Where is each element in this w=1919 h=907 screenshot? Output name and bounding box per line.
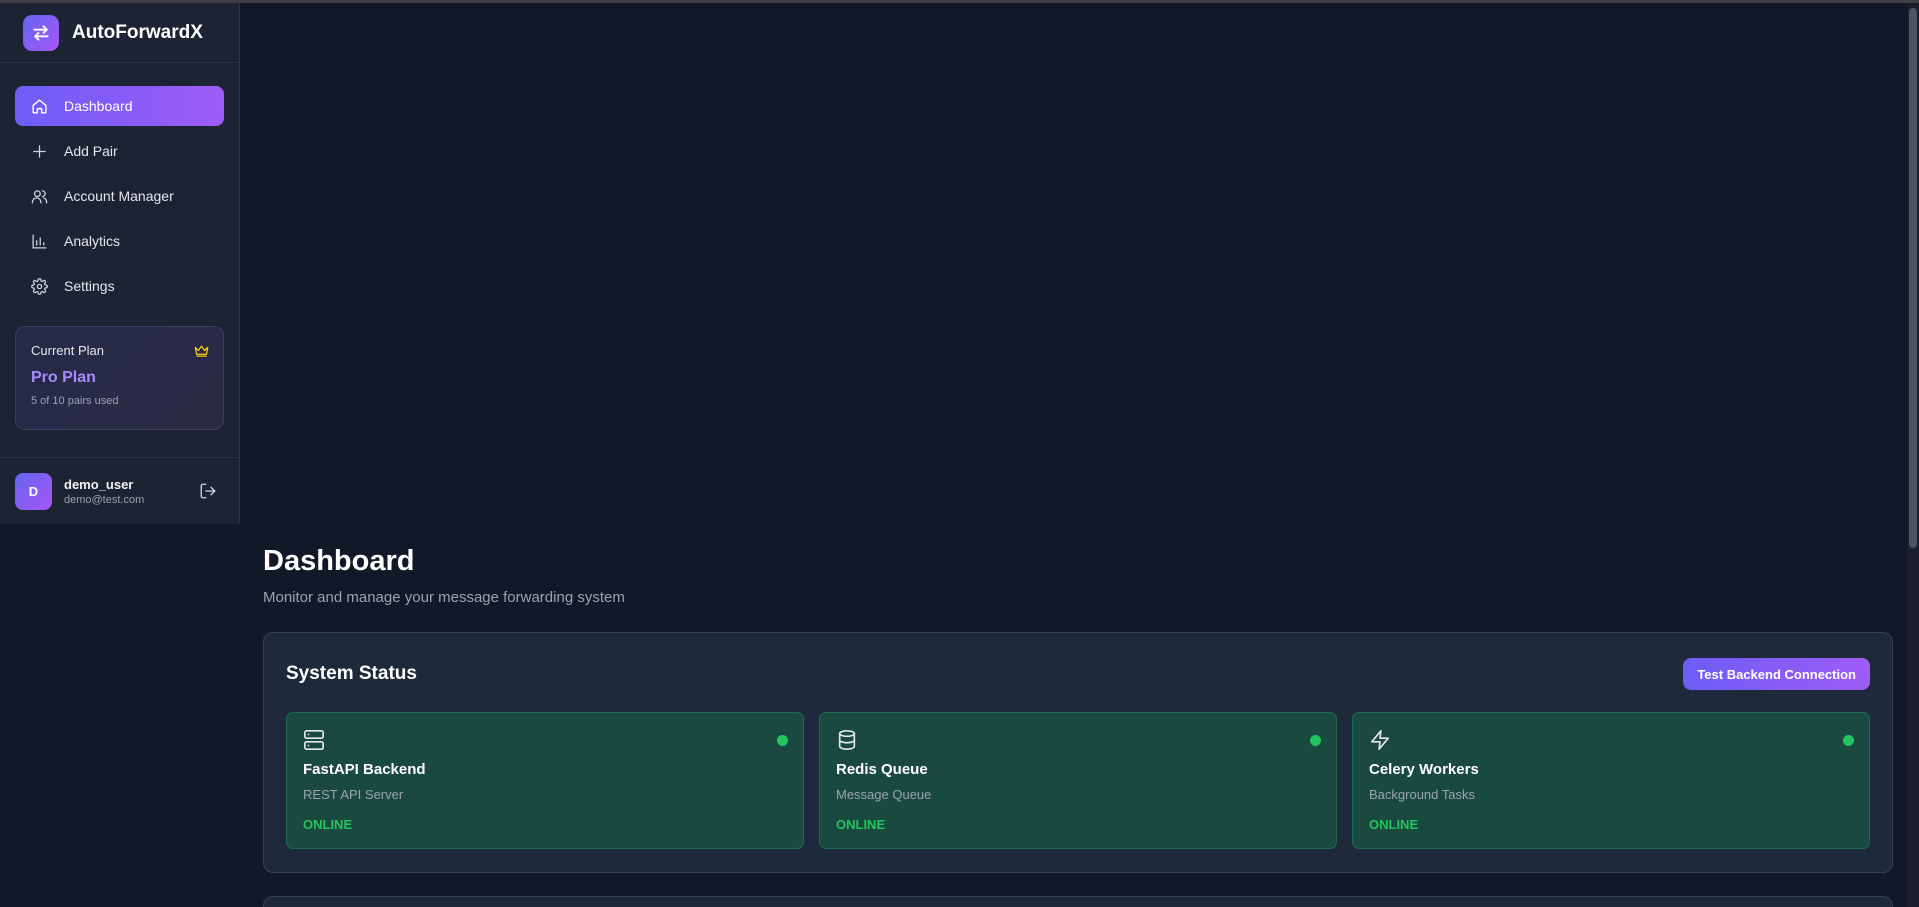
page-title: Dashboard [263,545,415,577]
sidebar-item-add-pair[interactable]: Add Pair [15,131,224,171]
service-card-redis: Redis Queue Message Queue ONLINE [819,712,1337,849]
sidebar-item-label: Account Manager [64,188,174,204]
plus-icon [30,142,48,160]
sidebar-item-dashboard[interactable]: Dashboard [15,86,224,126]
status-dot [1310,735,1321,746]
test-backend-connection-button[interactable]: Test Backend Connection [1683,658,1870,690]
next-panel [263,896,1893,907]
server-icon [303,729,787,751]
service-card-fastapi: FastAPI Backend REST API Server ONLINE [286,712,804,849]
current-plan-card: Current Plan Pro Plan 5 of 10 pairs used [15,326,224,430]
sidebar-item-label: Dashboard [64,98,133,114]
service-description: REST API Server [303,787,404,802]
service-name: Celery Workers [1369,761,1479,778]
app-name: AutoForwardX [72,21,203,43]
brand: AutoForwardX [0,3,239,63]
sidebar: AutoForwardX Dashboard Add Pair Account … [0,3,240,524]
service-description: Background Tasks [1369,787,1475,802]
plan-usage: 5 of 10 pairs used [31,395,119,407]
arrows-swap-icon [23,14,59,51]
system-status-panel: System Status Test Backend Connection Fa… [263,632,1893,873]
scrollbar[interactable] [1907,3,1919,907]
database-icon [836,729,1320,751]
plan-name: Pro Plan [31,369,96,386]
crown-icon [194,344,209,362]
system-status-title: System Status [286,663,417,684]
service-name: Redis Queue [836,761,928,778]
scrollbar-thumb[interactable] [1909,8,1917,548]
sidebar-item-label: Analytics [64,233,121,249]
plan-label: Current Plan [31,343,104,358]
service-description: Message Queue [836,787,932,802]
sidebar-item-account-manager[interactable]: Account Manager [15,176,224,216]
lightning-icon [1369,729,1853,751]
sidebar-item-label: Add Pair [64,143,118,159]
gear-icon [30,277,48,295]
service-status: ONLINE [1369,817,1419,832]
sidebar-item-analytics[interactable]: Analytics [15,221,224,261]
window-top-border [0,0,1919,3]
sidebar-nav: Dashboard Add Pair Account Manager Analy… [0,63,239,306]
service-name: FastAPI Backend [303,761,426,778]
user-email: demo@test.com [64,493,145,506]
avatar: D [15,472,52,510]
user-info: demo_user demo@test.com [64,477,144,506]
logout-icon[interactable] [199,482,217,505]
sidebar-item-label: Settings [64,278,115,294]
status-dot [1843,735,1854,746]
bar-chart-icon [30,232,48,250]
user-profile: D demo_user demo@test.com [0,457,239,524]
service-status: ONLINE [836,817,886,832]
service-status: ONLINE [303,817,353,832]
sidebar-item-settings[interactable]: Settings [15,266,224,306]
users-icon [30,187,48,205]
page-subtitle: Monitor and manage your message forwardi… [263,589,625,606]
user-name: demo_user [64,476,134,492]
service-card-celery: Celery Workers Background Tasks ONLINE [1352,712,1870,849]
status-dot [777,735,788,746]
home-icon [30,97,48,115]
